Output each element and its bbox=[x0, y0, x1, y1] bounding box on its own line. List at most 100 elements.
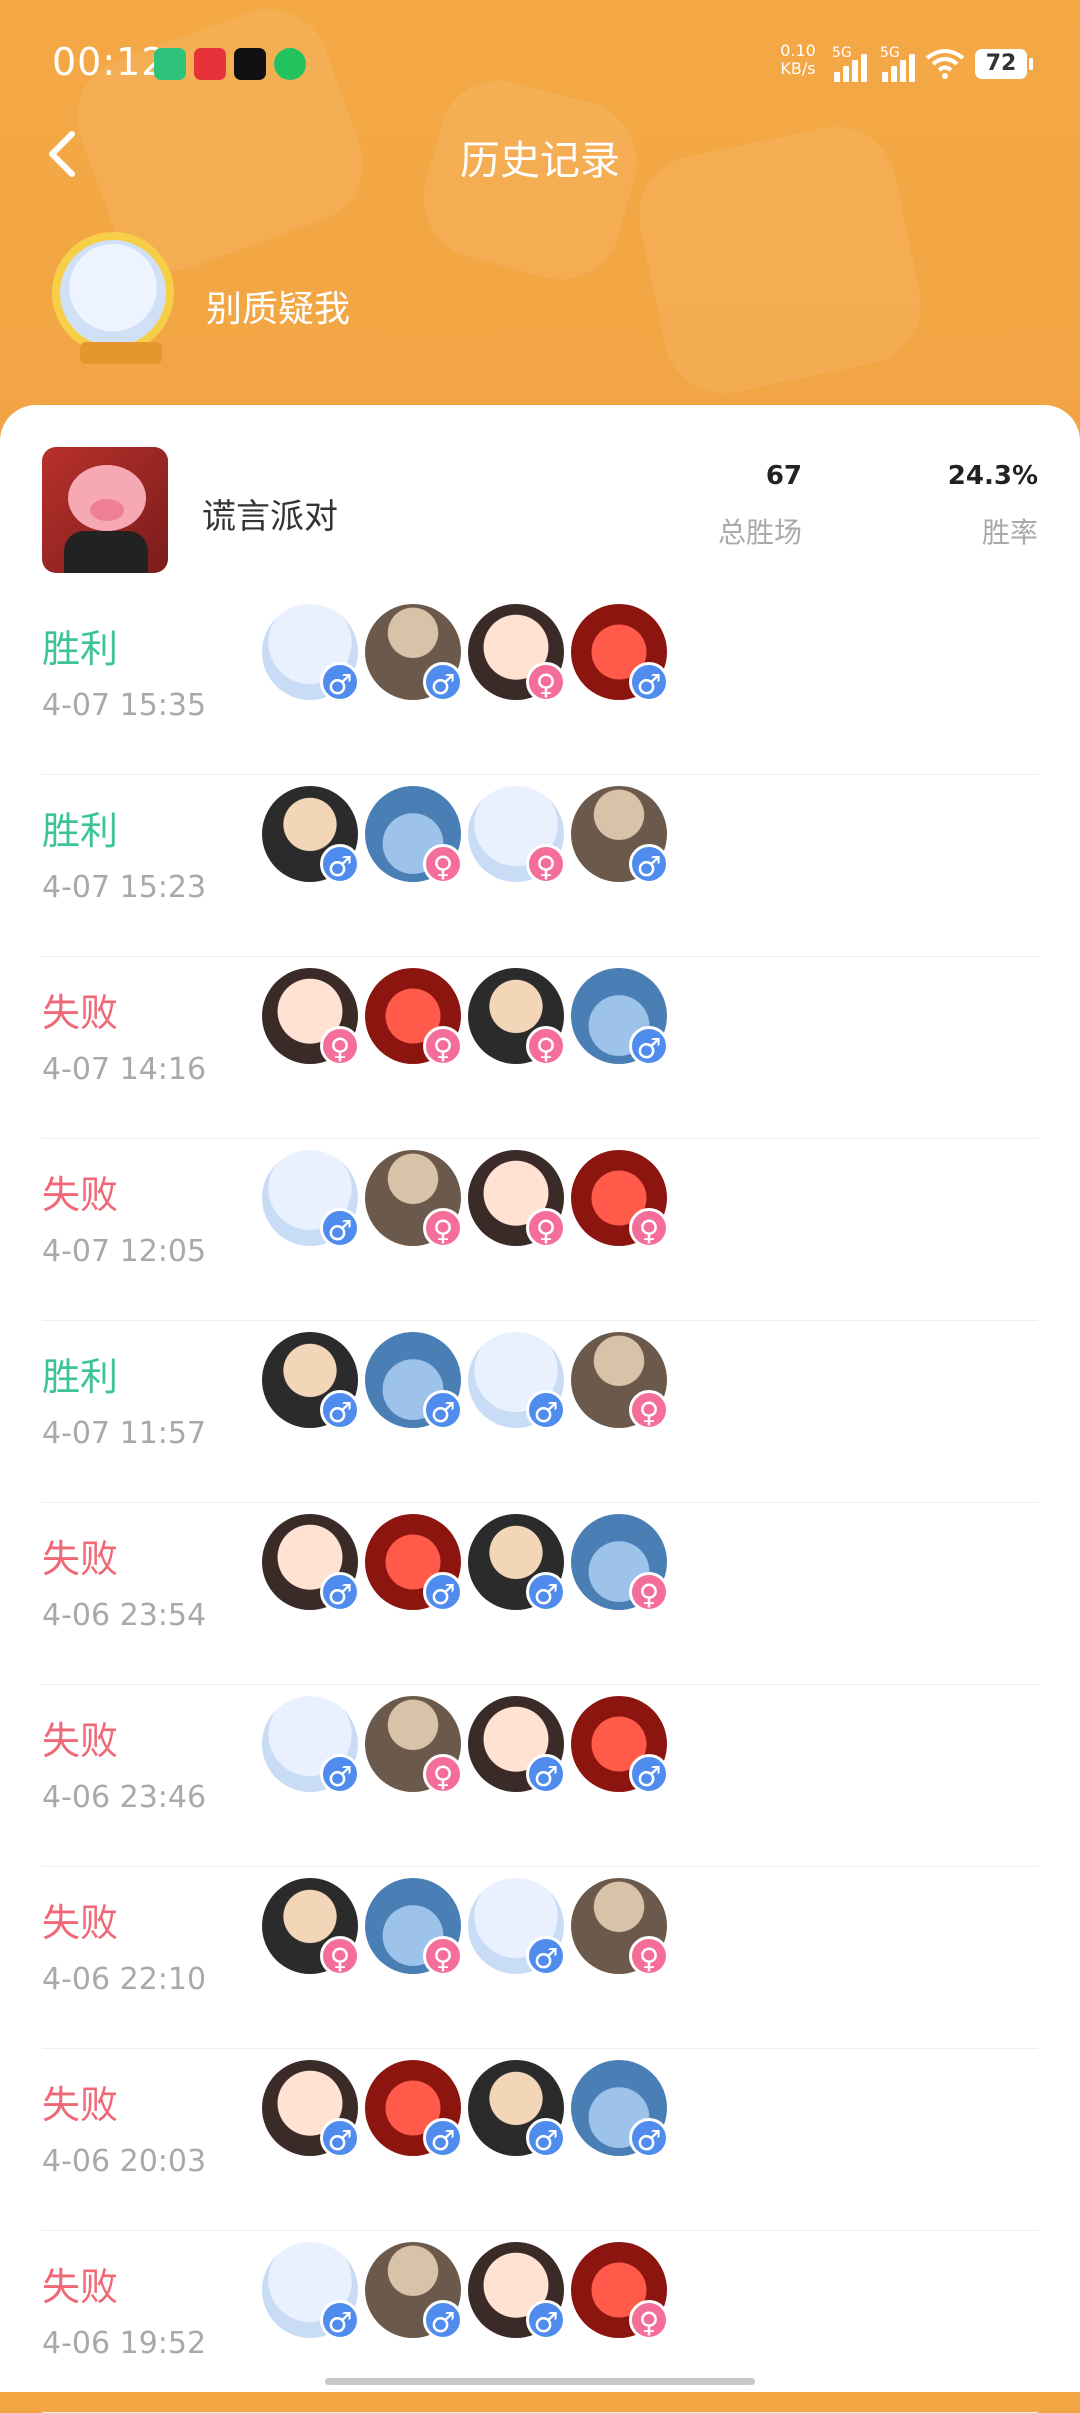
player-avatar[interactable]: ♂ bbox=[365, 1332, 463, 1430]
match-result: 失败 bbox=[42, 1719, 119, 1763]
player-avatar[interactable]: ♀ bbox=[571, 1150, 669, 1248]
match-time: 4-07 15:23 bbox=[42, 870, 207, 905]
female-icon: ♀ bbox=[320, 1026, 360, 1066]
male-icon: ♂ bbox=[423, 662, 463, 702]
player-avatar[interactable]: ♂ bbox=[571, 2060, 669, 2158]
player-avatar[interactable]: ♀ bbox=[468, 968, 566, 1066]
player-avatar[interactable]: ♀ bbox=[468, 1150, 566, 1248]
match-row[interactable]: 失败 4-06 23:54 ♂ ♂ ♂ ♀ bbox=[42, 1502, 1038, 1685]
match-row[interactable]: 失败 4-06 19:52 ♂ ♂ ♂ ♀ bbox=[42, 2230, 1038, 2413]
match-row[interactable]: 失败 4-07 12:05 ♂ ♀ ♀ ♀ bbox=[42, 1138, 1038, 1321]
top-nav: 历史记录 bbox=[0, 110, 1080, 200]
user-avatar[interactable] bbox=[52, 232, 174, 364]
male-icon: ♂ bbox=[320, 1390, 360, 1430]
player-avatar[interactable]: ♀ bbox=[571, 2242, 669, 2340]
player-avatar[interactable]: ♂ bbox=[468, 2242, 566, 2340]
male-icon: ♂ bbox=[629, 2118, 669, 2158]
match-row[interactable]: 失败 4-07 14:16 ♀ ♀ ♀ ♂ bbox=[42, 956, 1038, 1139]
match-row[interactable]: 失败 4-06 20:03 ♂ ♂ ♂ ♂ bbox=[42, 2048, 1038, 2231]
win-rate-label: 胜率 bbox=[981, 516, 1038, 549]
female-icon: ♀ bbox=[320, 1936, 360, 1976]
player-avatar[interactable]: ♂ bbox=[571, 786, 669, 884]
player-avatar[interactable]: ♀ bbox=[262, 1878, 360, 1976]
battery-icon: 72 bbox=[975, 49, 1033, 79]
player-avatar[interactable]: ♂ bbox=[365, 2060, 463, 2158]
player-avatar[interactable]: ♂ bbox=[262, 1514, 360, 1612]
total-wins-label: 总胜场 bbox=[717, 516, 802, 549]
home-indicator[interactable] bbox=[325, 2378, 755, 2385]
player-avatar[interactable]: ♀ bbox=[365, 1878, 463, 1976]
player-avatar[interactable]: ♂ bbox=[468, 1514, 566, 1612]
player-avatar[interactable]: ♂ bbox=[262, 604, 360, 702]
match-row[interactable]: 失败 4-06 22:10 ♀ ♀ ♂ ♀ bbox=[42, 1866, 1038, 2049]
player-avatar[interactable]: ♂ bbox=[262, 2060, 360, 2158]
player-avatar[interactable]: ♀ bbox=[262, 968, 360, 1066]
male-icon: ♂ bbox=[629, 662, 669, 702]
male-icon: ♂ bbox=[629, 844, 669, 884]
female-icon: ♀ bbox=[423, 1936, 463, 1976]
player-avatar[interactable]: ♀ bbox=[468, 786, 566, 884]
male-icon: ♂ bbox=[320, 2300, 360, 2340]
male-icon: ♂ bbox=[629, 1026, 669, 1066]
female-icon: ♀ bbox=[526, 662, 566, 702]
player-avatar[interactable]: ♂ bbox=[468, 1878, 566, 1976]
player-avatar[interactable]: ♂ bbox=[262, 1696, 360, 1794]
net-speed: 0.10 KB/s bbox=[776, 42, 820, 78]
player-avatar[interactable]: ♀ bbox=[571, 1514, 669, 1612]
player-avatar[interactable]: ♂ bbox=[571, 968, 669, 1066]
player-avatar[interactable]: ♀ bbox=[365, 1150, 463, 1248]
match-time: 4-06 23:54 bbox=[42, 1598, 207, 1633]
status-time: 00:12 bbox=[52, 40, 167, 84]
female-icon: ♀ bbox=[526, 1208, 566, 1248]
total-wins-stat: 67 总胜场 bbox=[662, 461, 802, 551]
player-avatar[interactable]: ♂ bbox=[365, 2242, 463, 2340]
net-speed-unit: KB/s bbox=[780, 59, 816, 78]
player-avatar[interactable]: ♂ bbox=[262, 1150, 360, 1248]
player-avatar[interactable]: ♀ bbox=[365, 968, 463, 1066]
player-avatar[interactable]: ♂ bbox=[571, 604, 669, 702]
player-avatar[interactable]: ♂ bbox=[365, 604, 463, 702]
match-row[interactable]: 胜利 4-07 15:35 ♂ ♂ ♀ ♂ bbox=[42, 592, 1038, 775]
match-row[interactable]: 失败 4-06 23:46 ♂ ♀ ♂ ♂ bbox=[42, 1684, 1038, 1867]
game-icon bbox=[42, 447, 168, 573]
match-result: 失败 bbox=[42, 2265, 119, 2309]
player-avatar[interactable]: ♂ bbox=[262, 1332, 360, 1430]
match-result: 失败 bbox=[42, 1173, 119, 1217]
player-avatar[interactable]: ♀ bbox=[571, 1332, 669, 1430]
cut-app-icon bbox=[234, 48, 266, 80]
male-icon: ♂ bbox=[526, 2118, 566, 2158]
match-result: 失败 bbox=[42, 1537, 119, 1581]
female-icon: ♀ bbox=[629, 1208, 669, 1248]
match-result: 失败 bbox=[42, 1901, 119, 1945]
match-row[interactable]: 胜利 4-07 15:23 ♂ ♀ ♀ ♂ bbox=[42, 774, 1038, 957]
match-row[interactable]: 胜利 4-07 11:57 ♂ ♂ ♂ ♀ bbox=[42, 1320, 1038, 1503]
player-avatar[interactable]: ♂ bbox=[468, 2060, 566, 2158]
player-avatar[interactable]: ♂ bbox=[262, 2242, 360, 2340]
player-avatar[interactable]: ♀ bbox=[468, 604, 566, 702]
male-icon: ♂ bbox=[526, 1936, 566, 1976]
net-speed-value: 0.10 bbox=[780, 41, 816, 60]
male-icon: ♂ bbox=[526, 2300, 566, 2340]
player-avatar[interactable]: ♂ bbox=[262, 786, 360, 884]
player-avatar[interactable]: ♀ bbox=[365, 786, 463, 884]
signal-1-icon bbox=[834, 48, 874, 82]
player-avatar[interactable]: ♂ bbox=[468, 1332, 566, 1430]
male-icon: ♂ bbox=[320, 2118, 360, 2158]
player-avatar[interactable]: ♂ bbox=[468, 1696, 566, 1794]
male-icon: ♂ bbox=[423, 2300, 463, 2340]
female-icon: ♀ bbox=[629, 1572, 669, 1612]
match-result: 失败 bbox=[42, 991, 119, 1035]
player-avatar[interactable]: ♀ bbox=[365, 1696, 463, 1794]
male-icon: ♂ bbox=[526, 1390, 566, 1430]
player-avatar[interactable]: ♀ bbox=[571, 1878, 669, 1976]
history-card: 谎言派对 67 总胜场 24.3% 胜率 胜利 4-07 15:35 ♂ ♂ ♀ ♂ 胜利 4… bbox=[0, 405, 1080, 2413]
user-nickname: 别质疑我 bbox=[206, 289, 351, 330]
player-avatar[interactable]: ♂ bbox=[365, 1514, 463, 1612]
total-wins-value: 67 bbox=[765, 461, 802, 491]
match-result: 胜利 bbox=[42, 809, 119, 853]
match-time: 4-06 20:03 bbox=[42, 2144, 207, 2179]
player-avatar[interactable]: ♂ bbox=[571, 1696, 669, 1794]
wechat-icon bbox=[274, 48, 306, 80]
female-icon: ♀ bbox=[526, 844, 566, 884]
male-icon: ♂ bbox=[526, 1572, 566, 1612]
